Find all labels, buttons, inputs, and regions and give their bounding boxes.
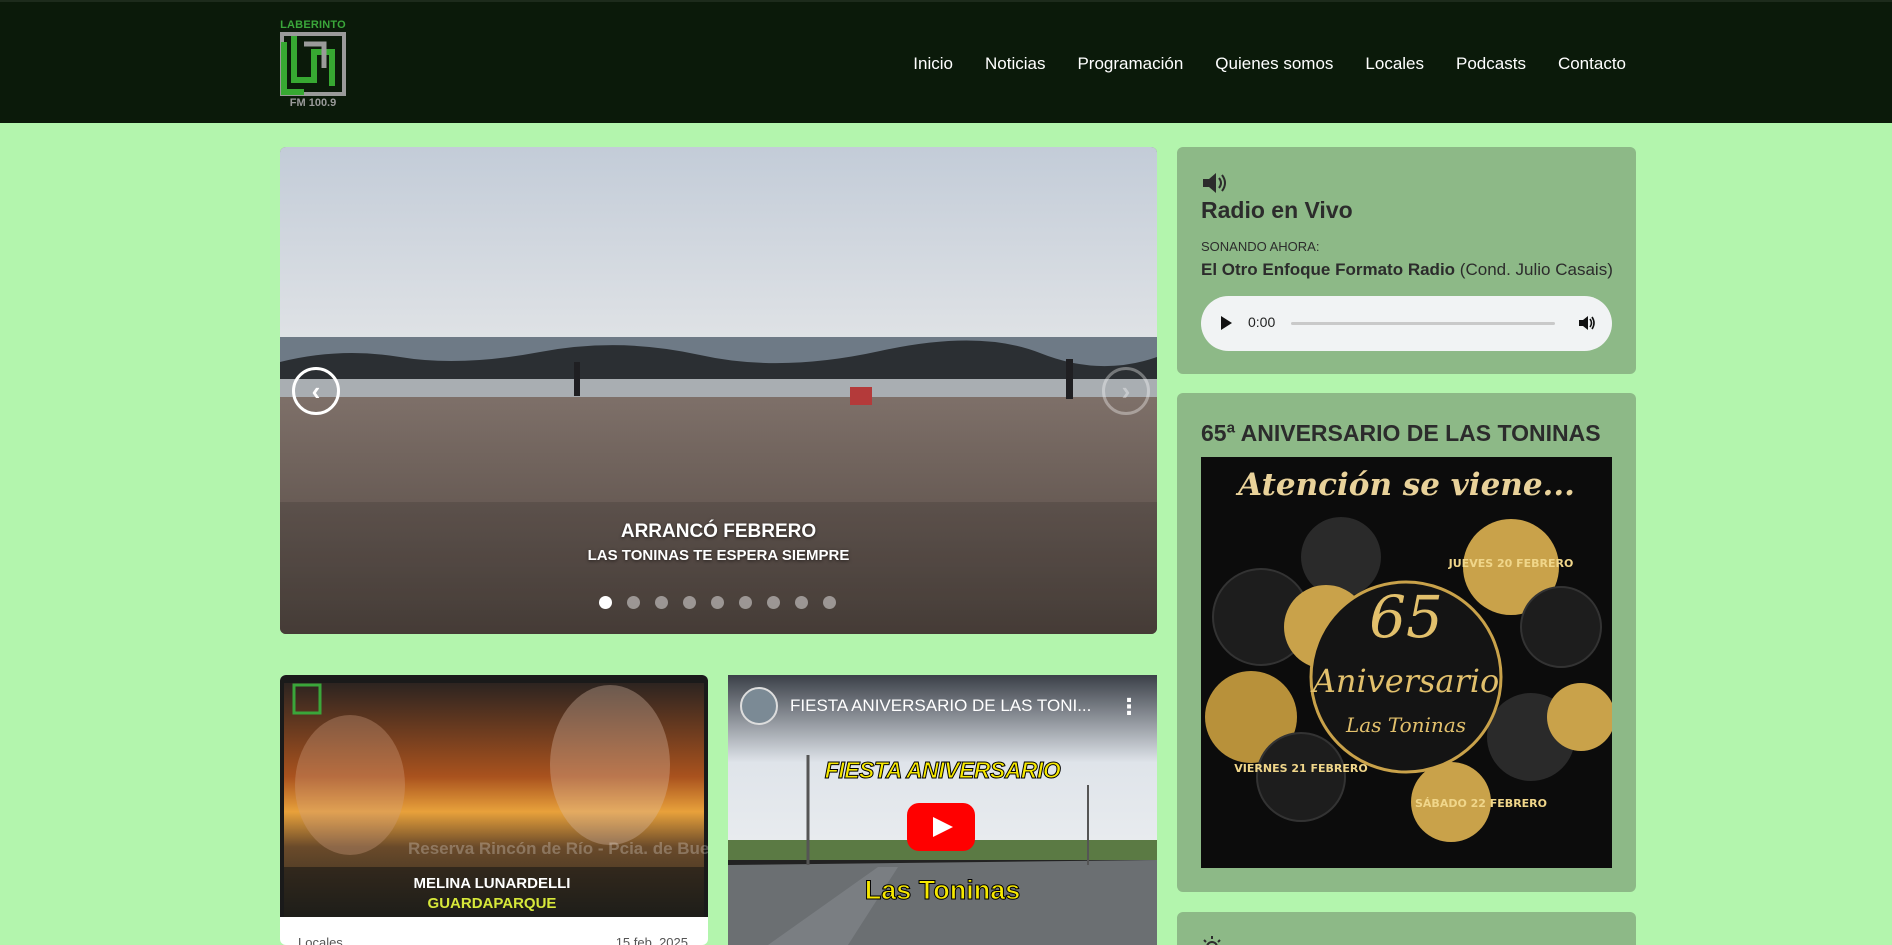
carousel-dot[interactable] [823, 596, 836, 609]
poster-day3: SÁBADO 22 FEBRERO [1415, 797, 1547, 810]
poster-day1: JUEVES 20 FEBRERO [1448, 557, 1574, 570]
more-options-icon[interactable]: ⋮ [1118, 694, 1140, 720]
carousel-prev-button[interactable]: ‹ [292, 367, 340, 415]
youtube-play-button[interactable] [907, 803, 975, 851]
hero-carousel[interactable]: ARRANCÓ FEBRERO LAS TONINAS TE ESPERA SI… [280, 147, 1157, 634]
news-card-thumbnail: Reserva Rincón de Río - Pcia. de Buenos … [280, 675, 708, 917]
labyrinth-logo-icon [280, 32, 346, 96]
nav-item-programacion[interactable]: Programación [1077, 54, 1183, 74]
thumbnail-name: MELINA LUNARDELLI [414, 875, 571, 892]
show-name: El Otro Enfoque Formato Radio [1201, 260, 1456, 279]
play-icon [933, 817, 953, 837]
poster-day2: VIERNES 21 FEBRERO [1234, 762, 1367, 775]
player-time: 0:00 [1248, 314, 1276, 330]
chevron-right-icon: › [1121, 376, 1131, 406]
carousel-dot[interactable] [627, 596, 640, 609]
site-logo[interactable]: LABERINTO FM 100.9 [280, 19, 346, 111]
live-radio-widget: Radio en Vivo SONANDO AHORA: El Otro Enf… [1177, 147, 1636, 374]
next-widget [1177, 912, 1636, 945]
nav-item-locales[interactable]: Locales [1365, 54, 1424, 74]
site-header: LABERINTO FM 100.9 Inicio Noticias Progr… [0, 0, 1892, 123]
now-playing-show: El Otro Enfoque Formato Radio (Cond. Jul… [1201, 260, 1613, 280]
thumbnail-caption: Reserva Rincón de Río - Pcia. de Buenos … [408, 839, 708, 858]
volume-icon[interactable] [1578, 315, 1596, 331]
audio-player: 0:00 [1201, 296, 1612, 351]
carousel-dot[interactable] [767, 596, 780, 609]
nav-item-inicio[interactable]: Inicio [913, 54, 953, 74]
carousel-next-button[interactable]: › [1102, 367, 1150, 415]
anniversary-title: 65ª ANIVERSARIO DE LAS TONINAS [1201, 420, 1601, 446]
video-poster-line2: Las Toninas [864, 875, 1021, 906]
card-date: 15 feb, 2025 [615, 935, 688, 945]
carousel-dot[interactable] [655, 596, 668, 609]
nav-item-contacto[interactable]: Contacto [1558, 54, 1626, 74]
logo-top-text: LABERINTO [280, 19, 346, 31]
channel-avatar[interactable] [740, 687, 778, 725]
sun-icon [1203, 936, 1221, 945]
poster-word: Aniversario [1310, 662, 1500, 700]
video-title[interactable]: FIESTA ANIVERSARIO DE LAS TONI... [790, 696, 1091, 716]
nav-item-noticias[interactable]: Noticias [985, 54, 1045, 74]
slide-title: ARRANCÓ FEBRERO [620, 521, 817, 542]
anniversary-widget: 65ª ANIVERSARIO DE LAS TONINAS 65 Aniver… [1177, 393, 1636, 892]
anniversary-poster[interactable]: 65 Aniversario Las Toninas JUEVES 20 FEB… [1201, 457, 1612, 868]
poster-place: Las Toninas [1345, 713, 1466, 737]
carousel-indicators [599, 596, 851, 609]
balloons-image: 65 Aniversario Las Toninas JUEVES 20 FEB… [1201, 457, 1612, 868]
video-poster-line1: FIESTA ANIVERSARIO [824, 757, 1061, 784]
carousel-dot[interactable] [739, 596, 752, 609]
speaker-icon [1203, 173, 1226, 193]
now-playing-label: SONANDO AHORA: [1201, 239, 1320, 254]
slide-subtitle: LAS TONINAS TE ESPERA SIEMPRE [587, 547, 850, 564]
carousel-dot[interactable] [795, 596, 808, 609]
seek-bar[interactable] [1291, 322, 1555, 325]
nav-item-podcasts[interactable]: Podcasts [1456, 54, 1526, 74]
show-host: (Cond. Julio Casais) [1459, 260, 1613, 279]
news-card[interactable]: Reserva Rincón de Río - Pcia. de Buenos … [280, 675, 708, 945]
carousel-dot[interactable] [599, 596, 612, 609]
play-button[interactable] [1221, 316, 1232, 330]
poster-number: 65 [1369, 583, 1443, 651]
logo-bottom-text: FM 100.9 [289, 97, 337, 109]
carousel-dot[interactable] [683, 596, 696, 609]
poster-heading: Atención se viene... [1238, 467, 1575, 503]
chevron-left-icon: ‹ [311, 376, 321, 406]
thumbnail-role: GUARDAPARQUE [428, 895, 557, 912]
nav-item-quienes-somos[interactable]: Quienes somos [1215, 54, 1333, 74]
youtube-embed[interactable]: FIESTA ANIVERSARIO DE LAS TONI... ⋮ FIES… [728, 675, 1157, 945]
live-title: Radio en Vivo [1201, 197, 1353, 223]
carousel-dot[interactable] [711, 596, 724, 609]
card-category[interactable]: Locales [298, 935, 343, 945]
main-nav: Inicio Noticias Programación Quienes som… [881, 54, 1626, 74]
